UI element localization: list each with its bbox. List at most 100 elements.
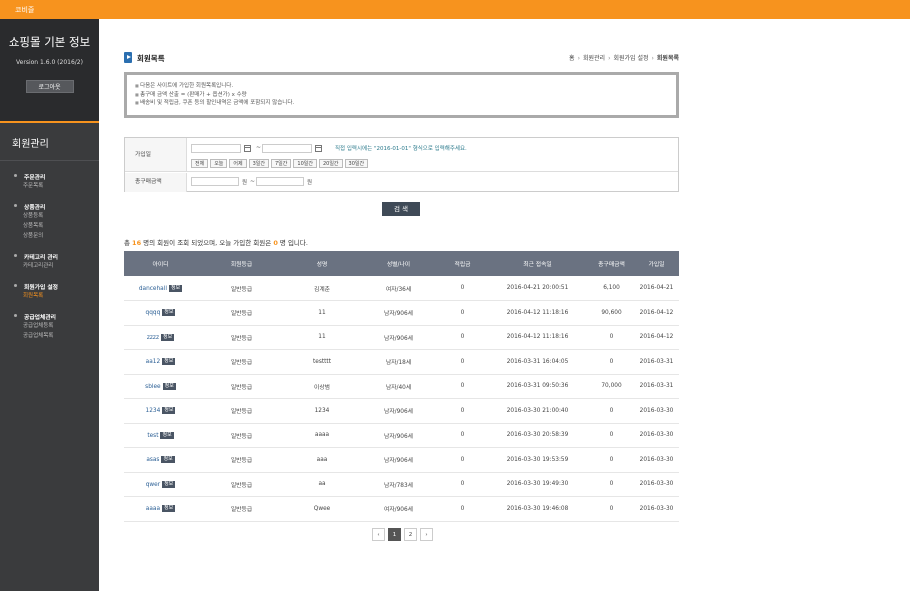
quick-date-button[interactable]: 어제	[229, 159, 247, 168]
sidebar-item[interactable]: 상품목록	[14, 221, 99, 231]
table-body: dancehall 정보 일반등급 김계춘 여자/36세 0 2016-04-21 20:0…	[124, 276, 679, 522]
quick-date-button[interactable]: 10일간	[293, 159, 317, 168]
quick-date-button[interactable]: 20일간	[318, 159, 343, 168]
amount-min-input[interactable]	[191, 177, 239, 186]
quick-date-button[interactable]: 7일간	[271, 159, 292, 168]
column-header: 적립금	[439, 251, 486, 276]
breadcrumb-item: 회원목록	[656, 55, 679, 62]
sidebar-item[interactable]: 상품문의	[14, 231, 99, 241]
member-id-link[interactable]: 1234	[146, 408, 161, 414]
column-header: 성명	[286, 251, 358, 276]
table-cell: 남자/906세	[358, 423, 439, 448]
table-cell: 6,100	[589, 276, 634, 301]
member-id-link[interactable]: qwer	[146, 482, 160, 488]
brand-label[interactable]: 코비즐	[15, 5, 34, 15]
member-id-link[interactable]: test	[147, 433, 158, 439]
info-badge[interactable]: 정보	[162, 505, 176, 513]
quick-date-button[interactable]: 30일간	[344, 159, 369, 168]
column-header: 가입일	[634, 251, 679, 276]
cell-value: 2016-03-30	[639, 456, 674, 463]
logout-button[interactable]: 로그아웃	[25, 80, 74, 93]
sidebar-group: 상품관리 상품등록 상품목록 상품문의	[14, 202, 99, 241]
sidebar-item[interactable]: 회원목록	[14, 291, 99, 301]
table-cell: testttt	[286, 349, 358, 375]
quick-date-button[interactable]: 3일간	[248, 159, 269, 168]
table-cell: 2016-03-30 21:00:40	[486, 398, 589, 424]
prev-page-icon[interactable]: ‹	[372, 528, 385, 541]
table-cell: 0	[439, 349, 486, 375]
quick-date-button[interactable]: 오늘	[210, 159, 228, 168]
cell-value: 0	[609, 456, 614, 463]
table-cell: 0	[439, 423, 486, 448]
summary-text: 총	[124, 239, 133, 247]
member-id-link[interactable]: qqqq	[146, 310, 161, 316]
sidebar-item[interactable]: 카테고리관리	[14, 261, 99, 271]
next-page-icon[interactable]: ›	[420, 528, 433, 541]
member-table: 아이디 회원등급 성명 성별/나이 적립금 최근 접속일 총구매금액 가입일 dancehal…	[124, 251, 679, 522]
breadcrumb-item[interactable]: 회원관리	[583, 55, 605, 62]
join-start-input[interactable]	[191, 144, 241, 153]
cell-value: 2016-03-30	[639, 407, 674, 414]
table-cell: 2016-03-30	[634, 398, 679, 424]
info-badge[interactable]: 정보	[162, 480, 176, 488]
cell-value: Qwee	[313, 505, 331, 512]
sidebar-group-title[interactable]: 공급업체관리	[14, 312, 99, 321]
breadcrumb-separator-icon: ›	[577, 55, 580, 62]
info-badge[interactable]: 정보	[162, 358, 176, 366]
table-row: dancehall 정보 일반등급 김계춘 여자/36세 0 2016-04-21 20:0…	[124, 276, 679, 301]
notice-box: ■ 다음은 사이트에 가입한 회원목록입니다. ■ 총구매 금액 산출 = (판매…	[124, 72, 679, 118]
table-row: zzzz 정보 일반등급 11 남자/906세 0 2016-04-12 11:18:16 0…	[124, 325, 679, 350]
cell-value: 남자/18세	[385, 360, 412, 367]
table-row: qqqq 정보 일반등급 11 남자/906세 0 2016-04-12 11:18:16 9…	[124, 300, 679, 326]
join-end-input[interactable]	[262, 144, 312, 153]
member-id-link[interactable]: asas	[146, 457, 159, 463]
notice-line: ■ 총구매 금액 산출 = (판매가 + 옵션가) x 수량	[135, 91, 668, 100]
sidebar-item[interactable]: 공급업체등록	[14, 321, 99, 331]
member-id-link[interactable]: sblee	[145, 384, 160, 390]
info-badge[interactable]: 정보	[162, 309, 176, 317]
search-button[interactable]: 검 색	[382, 202, 420, 216]
table-cell: 여자/36세	[358, 276, 439, 301]
member-id-link[interactable]: dancehall	[139, 286, 167, 292]
table-cell: aaa	[286, 447, 358, 473]
calendar-icon[interactable]	[315, 145, 322, 152]
table-cell: 1234 정보	[124, 398, 197, 424]
info-badge[interactable]: 정보	[168, 284, 183, 292]
table-row: aa12 정보 일반등급 testttt 남자/18세 0 2016-03-31 16:04…	[124, 349, 679, 375]
cell-value: 남자/40세	[385, 384, 412, 391]
table-cell: 김계춘	[286, 276, 358, 301]
quick-date-button[interactable]: 전체	[191, 159, 209, 168]
calendar-icon[interactable]	[244, 145, 251, 152]
table-cell: 일반등급	[197, 276, 286, 301]
table-cell: 0	[589, 496, 634, 522]
search-form: 가입일 ~ 직접 입력시에는 "2016-01-01" 형식으로 입력해주세요.…	[124, 137, 679, 192]
table-cell: 0	[439, 472, 486, 497]
member-id-link[interactable]: aaaa	[146, 506, 160, 512]
sidebar-group-title[interactable]: 카테고리 관리	[14, 252, 99, 261]
table-cell: 0	[439, 325, 486, 350]
info-badge[interactable]: 정보	[162, 407, 176, 415]
sidebar-item[interactable]: 주문목록	[14, 181, 99, 191]
range-separator: ~	[250, 178, 256, 185]
member-id-link[interactable]: zzzz	[147, 335, 159, 341]
breadcrumb-item[interactable]: 회원가입 설정	[613, 55, 648, 62]
sidebar-group-title[interactable]: 주문관리	[14, 172, 99, 181]
cell-value: 2016-03-31 09:50:36	[506, 383, 569, 390]
sidebar-item[interactable]: 공급업체목록	[14, 331, 99, 341]
breadcrumb-item[interactable]: 홈	[569, 55, 575, 62]
sidebar-group-title[interactable]: 회원가입 설정	[14, 282, 99, 291]
cell-value: 0	[460, 456, 465, 463]
page-button[interactable]: 2	[404, 528, 417, 541]
info-badge[interactable]: 정보	[161, 456, 175, 464]
column-header: 최근 접속일	[486, 251, 589, 276]
info-badge[interactable]: 정보	[160, 431, 174, 439]
amount-max-input[interactable]	[256, 177, 304, 186]
table-cell: 2016-04-12	[634, 325, 679, 350]
member-id-link[interactable]: aa12	[146, 359, 160, 365]
sidebar-item[interactable]: 상품등록	[14, 211, 99, 221]
table-cell: 2016-04-12 11:18:16	[486, 300, 589, 326]
page-button[interactable]: 1	[388, 528, 401, 541]
info-badge[interactable]: 정보	[162, 382, 176, 390]
sidebar-group-title[interactable]: 상품관리	[14, 202, 99, 211]
info-badge[interactable]: 정보	[160, 333, 175, 341]
